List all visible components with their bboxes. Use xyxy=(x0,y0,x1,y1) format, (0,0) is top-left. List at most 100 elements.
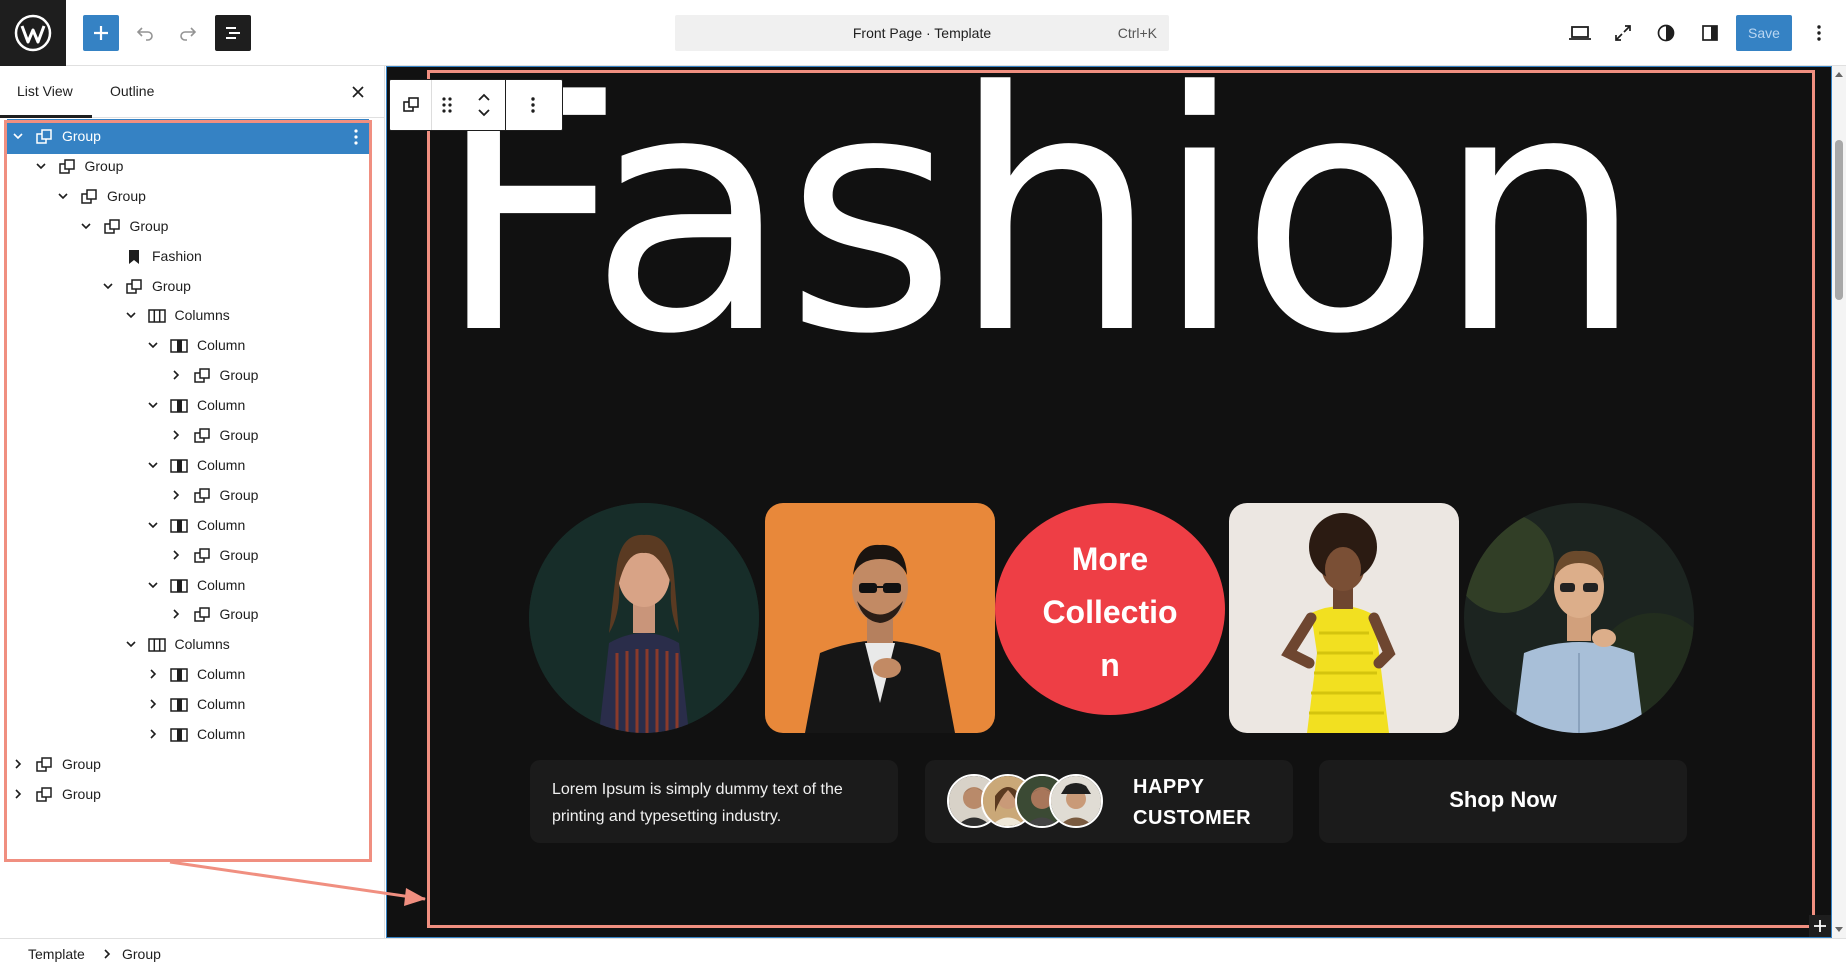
device-preview-icon[interactable] xyxy=(1562,15,1598,51)
block-breadcrumb: Template Group xyxy=(0,938,1846,966)
group-icon xyxy=(34,127,54,147)
chevron-right-icon[interactable] xyxy=(168,427,184,443)
template-canvas[interactable]: Fashion More Collectio n Lorem Ipsum is … xyxy=(386,66,1832,938)
chevron-right-icon[interactable] xyxy=(10,756,26,772)
tab-outline[interactable]: Outline xyxy=(110,83,154,99)
group-icon xyxy=(34,785,54,805)
chevron-right-icon[interactable] xyxy=(10,786,26,802)
group-icon xyxy=(192,486,212,506)
tree-row-label: Group xyxy=(219,546,259,563)
scroll-up-arrow-icon[interactable] xyxy=(1835,72,1843,77)
site-editor: Front Page · Template Ctrl+K Save List V… xyxy=(0,0,1846,966)
column-icon xyxy=(169,336,189,356)
group-icon xyxy=(79,187,99,207)
editor-header: Front Page · Template Ctrl+K Save xyxy=(0,0,1846,66)
styles-contrast-icon[interactable] xyxy=(1648,15,1684,51)
group-icon xyxy=(192,426,212,446)
tree-row-label: Group xyxy=(219,606,259,623)
chevron-down-icon[interactable] xyxy=(145,397,161,413)
model-photo-man-blue-shirt[interactable] xyxy=(1464,503,1694,733)
tree-row-label: Column xyxy=(197,696,246,713)
redo-icon[interactable] xyxy=(170,15,206,51)
editor-canvas-area: Fashion More Collectio n Lorem Ipsum is … xyxy=(386,66,1846,938)
group-icon xyxy=(192,366,212,386)
tree-row-label: Fashion xyxy=(152,247,202,264)
model-photo-woman-dress[interactable] xyxy=(529,503,759,733)
chevron-right-icon[interactable] xyxy=(168,547,184,563)
wordpress-logo-icon[interactable] xyxy=(0,0,66,66)
select-parent-group-icon[interactable] xyxy=(390,80,432,130)
document-overview-button[interactable] xyxy=(215,15,251,51)
settings-sidebar-icon[interactable] xyxy=(1692,15,1728,51)
group-icon xyxy=(102,217,122,237)
chevron-right-icon[interactable] xyxy=(145,666,161,682)
chevron-down-icon[interactable] xyxy=(145,337,161,353)
tree-row-label: Group xyxy=(219,486,259,503)
add-block-button[interactable] xyxy=(83,15,119,51)
breadcrumb-group[interactable]: Group xyxy=(122,946,161,962)
column-icon xyxy=(169,516,189,536)
panel-tabs: List View Outline xyxy=(0,66,385,118)
chevron-down-icon[interactable] xyxy=(145,577,161,593)
column-icon xyxy=(169,725,189,745)
scrollbar-thumb[interactable] xyxy=(1835,140,1843,300)
block-options-kebab-icon[interactable] xyxy=(506,80,560,130)
description-text[interactable]: Lorem Ipsum is simply dummy text of the … xyxy=(552,776,882,830)
chevron-right-icon[interactable] xyxy=(145,726,161,742)
block-tree: Group Group Group Group Fashion Group Columns C… xyxy=(0,118,385,938)
tree-row-label: Columns xyxy=(174,307,230,324)
group-icon xyxy=(57,157,77,177)
shop-now-card[interactable]: Shop Now xyxy=(1319,760,1687,843)
group-icon xyxy=(124,277,144,297)
tree-row-label: Column xyxy=(197,726,246,742)
drag-handle-icon[interactable] xyxy=(432,80,462,130)
avatar xyxy=(1049,774,1103,828)
tree-row-label: Group xyxy=(62,755,101,772)
chevron-down-icon[interactable] xyxy=(100,278,116,294)
model-photo-man-sunglasses[interactable] xyxy=(765,503,995,733)
canvas-scrollbar[interactable] xyxy=(1832,66,1846,938)
chevron-down-icon[interactable] xyxy=(123,636,139,652)
model-photo-woman-yellow-dress[interactable] xyxy=(1229,503,1459,733)
chevron-right-icon[interactable] xyxy=(168,606,184,622)
happy-customer-card: HAPPY CUSTOMER xyxy=(925,760,1293,843)
chevron-down-icon[interactable] xyxy=(145,457,161,473)
breadcrumb-template[interactable]: Template xyxy=(28,946,85,962)
chevron-right-icon[interactable] xyxy=(145,696,161,712)
group-icon xyxy=(192,546,212,566)
chevron-down-icon[interactable] xyxy=(123,307,139,323)
tree-row-label: Group xyxy=(219,367,259,384)
shop-now-button[interactable]: Shop Now xyxy=(1319,787,1687,813)
options-kebab-icon[interactable] xyxy=(1804,15,1834,51)
chevron-right-icon[interactable] xyxy=(168,487,184,503)
row-options-kebab-icon[interactable] xyxy=(347,127,365,147)
hero-title[interactable]: Fashion xyxy=(435,67,1825,379)
chevron-down-icon[interactable] xyxy=(33,158,49,174)
chevron-right-icon xyxy=(104,949,111,959)
happy-customer-label[interactable]: HAPPY CUSTOMER xyxy=(1133,772,1251,834)
tree-row[interactable]: Group xyxy=(0,777,385,812)
chevron-down-icon[interactable] xyxy=(55,188,71,204)
tree-row-label: Group xyxy=(219,427,259,443)
column-icon xyxy=(169,665,189,685)
tab-list-view[interactable]: List View xyxy=(17,83,73,99)
close-icon[interactable] xyxy=(346,80,370,104)
command-palette-bar[interactable]: Front Page · Template Ctrl+K xyxy=(675,15,1169,51)
move-up-down-icon[interactable] xyxy=(462,80,506,130)
tree-row-label: Column xyxy=(197,397,246,414)
undo-icon[interactable] xyxy=(127,15,163,51)
chevron-down-icon[interactable] xyxy=(78,218,94,234)
group-icon xyxy=(192,605,212,625)
chevron-down-icon[interactable] xyxy=(145,517,161,533)
more-collection-button[interactable]: More Collectio n xyxy=(995,503,1225,715)
column-icon xyxy=(169,396,189,416)
zoom-out-icon[interactable] xyxy=(1605,15,1641,51)
column-icon xyxy=(169,695,189,715)
chevron-right-icon[interactable] xyxy=(168,367,184,383)
chevron-down-icon[interactable] xyxy=(10,128,26,144)
save-button[interactable]: Save xyxy=(1736,15,1792,51)
tree-row-label: Group xyxy=(129,217,169,234)
scroll-down-arrow-icon[interactable] xyxy=(1835,927,1843,932)
group-icon xyxy=(34,755,54,775)
block-appender-plus-icon[interactable] xyxy=(1809,915,1831,937)
